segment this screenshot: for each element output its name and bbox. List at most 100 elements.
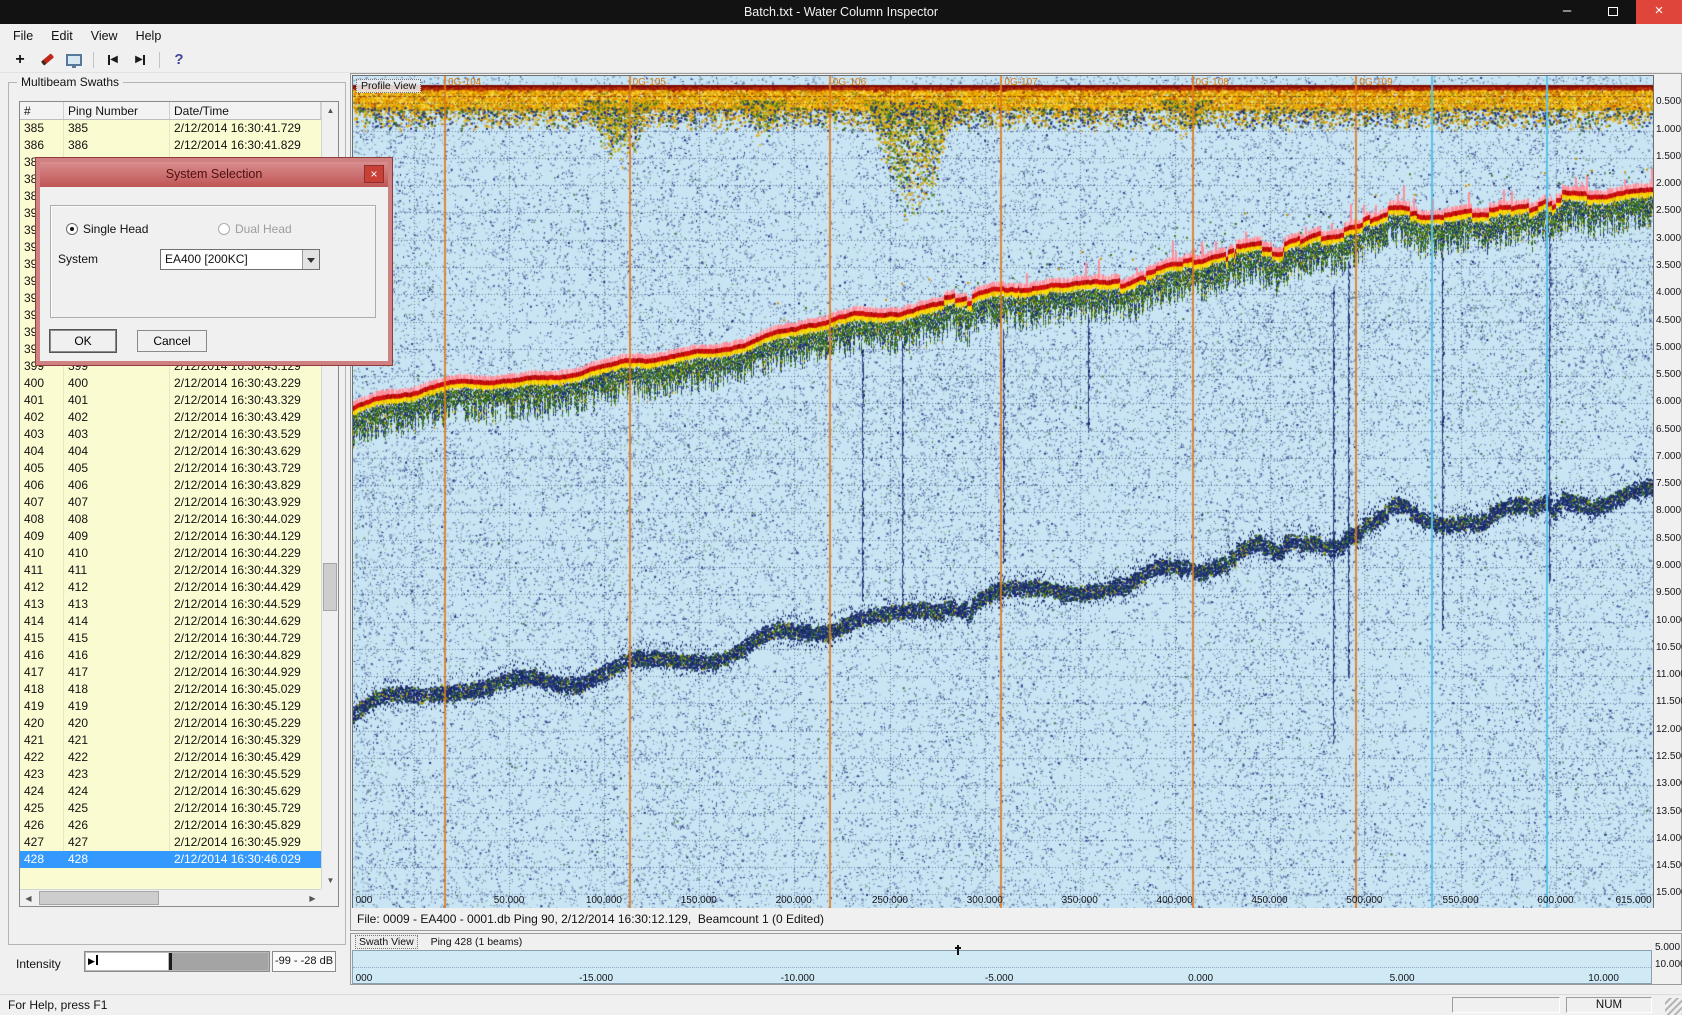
column-header[interactable]: #: [20, 102, 64, 119]
depth-tick-label: 9.500: [1656, 587, 1681, 598]
table-row[interactable]: 4164162/12/2014 16:30:44.829: [20, 647, 321, 664]
scroll-left-button[interactable]: ◀: [20, 890, 37, 907]
table-row[interactable]: 4074072/12/2014 16:30:43.929: [20, 494, 321, 511]
profile-plot[interactable]: Profile View 0G-1040G-1050G-1060G-1070G-…: [352, 75, 1654, 909]
last-ping-icon: ▶: [135, 54, 143, 65]
table-row[interactable]: 4084082/12/2014 16:30:44.029: [20, 511, 321, 528]
menu-bar: FileEditViewHelp: [0, 24, 1682, 47]
table-row[interactable]: 4174172/12/2014 16:30:44.929: [20, 664, 321, 681]
table-row[interactable]: 4274272/12/2014 16:30:45.929: [20, 834, 321, 851]
table-cell: 385: [64, 120, 170, 137]
menu-item-file[interactable]: File: [4, 26, 42, 46]
column-header[interactable]: Ping Number: [64, 102, 170, 119]
intensity-slider[interactable]: ▶: [84, 951, 270, 972]
horizontal-scrollbar[interactable]: ◀ ▶: [20, 889, 321, 906]
table-row[interactable]: 4204202/12/2014 16:30:45.229: [20, 715, 321, 732]
table-row[interactable]: 4154152/12/2014 16:30:44.729: [20, 630, 321, 647]
intensity-left-handle[interactable]: ▶: [88, 955, 98, 967]
table-row[interactable]: 4114112/12/2014 16:30:44.329: [20, 562, 321, 579]
table-row[interactable]: 4104102/12/2014 16:30:44.229: [20, 545, 321, 562]
help-button[interactable]: ?: [167, 49, 191, 71]
table-row[interactable]: 4254252/12/2014 16:30:45.729: [20, 800, 321, 817]
table-row[interactable]: 4094092/12/2014 16:30:44.129: [20, 528, 321, 545]
dialog-title-bar[interactable]: System Selection: [40, 162, 388, 187]
intensity-right-handle[interactable]: [169, 953, 172, 970]
scroll-right-button[interactable]: ▶: [304, 890, 321, 907]
resize-grip[interactable]: [1665, 998, 1682, 1015]
table-row[interactable]: 4284282/12/2014 16:30:46.029: [20, 851, 321, 868]
table-row[interactable]: 4244242/12/2014 16:30:45.629: [20, 783, 321, 800]
table-row[interactable]: 4184182/12/2014 16:30:45.029: [20, 681, 321, 698]
table-row[interactable]: 4214212/12/2014 16:30:45.329: [20, 732, 321, 749]
first-ping-button[interactable]: ◀: [101, 49, 125, 71]
table-cell: 413: [20, 596, 64, 613]
table-row[interactable]: 4264262/12/2014 16:30:45.829: [20, 817, 321, 834]
profile-canvas[interactable]: [353, 76, 1653, 908]
menu-item-help[interactable]: Help: [127, 26, 171, 46]
table-row[interactable]: 4054052/12/2014 16:30:43.729: [20, 460, 321, 477]
depth-tick-label: 2.000: [1656, 178, 1681, 189]
table-cell: 417: [20, 664, 64, 681]
table-row[interactable]: 4024022/12/2014 16:30:43.429: [20, 409, 321, 426]
table-row[interactable]: 4034032/12/2014 16:30:43.529: [20, 426, 321, 443]
title-bar[interactable]: Batch.txt - Water Column Inspector – ×: [0, 0, 1682, 24]
table-row[interactable]: 4144142/12/2014 16:30:44.629: [20, 613, 321, 630]
dual-head-label: Dual Head: [235, 222, 292, 236]
display-button[interactable]: [62, 49, 86, 71]
close-button[interactable]: ×: [1636, 0, 1682, 24]
table-cell: 2/12/2014 16:30:45.329: [170, 732, 321, 749]
swath-gridline: [353, 967, 1651, 968]
maximize-button[interactable]: [1590, 0, 1636, 24]
menu-item-view[interactable]: View: [82, 26, 127, 46]
table-cell: 425: [64, 800, 170, 817]
scroll-down-button[interactable]: ▼: [322, 872, 339, 889]
minimize-button[interactable]: –: [1544, 0, 1590, 24]
table-cell: 2/12/2014 16:30:45.029: [170, 681, 321, 698]
table-cell: 406: [20, 477, 64, 494]
table-row[interactable]: 4134132/12/2014 16:30:44.529: [20, 596, 321, 613]
table-cell: 2/12/2014 16:30:44.929: [170, 664, 321, 681]
depth-tick-label: 12.000: [1656, 724, 1682, 735]
table-row[interactable]: 4064062/12/2014 16:30:43.829: [20, 477, 321, 494]
table-row[interactable]: 4234232/12/2014 16:30:45.529: [20, 766, 321, 783]
scroll-up-button[interactable]: ▲: [322, 102, 339, 119]
table-row[interactable]: 4044042/12/2014 16:30:43.629: [20, 443, 321, 460]
swath-x-tick-label: 0.000: [1188, 973, 1213, 984]
table-row[interactable]: 4124122/12/2014 16:30:44.429: [20, 579, 321, 596]
column-header[interactable]: Date/Time: [170, 102, 321, 119]
table-row[interactable]: 4194192/12/2014 16:30:45.129: [20, 698, 321, 715]
table-cell: 412: [64, 579, 170, 596]
table-cell: 2/12/2014 16:30:45.129: [170, 698, 321, 715]
table-cell: 2/12/2014 16:30:45.429: [170, 749, 321, 766]
horizontal-scroll-thumb[interactable]: [39, 891, 159, 905]
system-combobox[interactable]: EA400 [200KC]: [160, 249, 320, 270]
vertical-scroll-thumb[interactable]: [323, 563, 337, 611]
swath-plot[interactable]: 000-15.000-10.000-5.0000.0005.00010.000: [352, 950, 1652, 984]
table-cell: 407: [20, 494, 64, 511]
toolbar-separator: [93, 52, 94, 68]
chevron-down-icon: [307, 258, 315, 267]
add-button[interactable]: +: [8, 49, 32, 71]
scrollbar-corner: [321, 889, 338, 906]
menu-item-edit[interactable]: Edit: [42, 26, 82, 46]
table-row[interactable]: 4224222/12/2014 16:30:45.429: [20, 749, 321, 766]
last-bar-icon: [143, 55, 145, 65]
table-cell: 412: [20, 579, 64, 596]
combo-dropdown-button[interactable]: [302, 250, 319, 269]
depth-tick-label: 7.500: [1656, 478, 1681, 489]
single-head-radio[interactable]: Single Head: [66, 222, 148, 236]
cancel-button[interactable]: Cancel: [137, 330, 207, 352]
table-row[interactable]: 4014012/12/2014 16:30:43.329: [20, 392, 321, 409]
depth-tick-label: 3.000: [1656, 233, 1681, 244]
table-cell: 403: [20, 426, 64, 443]
table-row[interactable]: 3853852/12/2014 16:30:41.729: [20, 120, 321, 137]
horizontal-scroll-track[interactable]: [37, 890, 304, 906]
last-ping-button[interactable]: ▶: [128, 49, 152, 71]
ok-button[interactable]: OK: [50, 330, 116, 352]
table-cell: 422: [64, 749, 170, 766]
edit-tool-button[interactable]: [35, 49, 59, 71]
help-icon: ?: [174, 51, 183, 68]
table-row[interactable]: 4004002/12/2014 16:30:43.229: [20, 375, 321, 392]
dialog-close-button[interactable]: ×: [364, 165, 384, 183]
table-row[interactable]: 3863862/12/2014 16:30:41.829: [20, 137, 321, 154]
